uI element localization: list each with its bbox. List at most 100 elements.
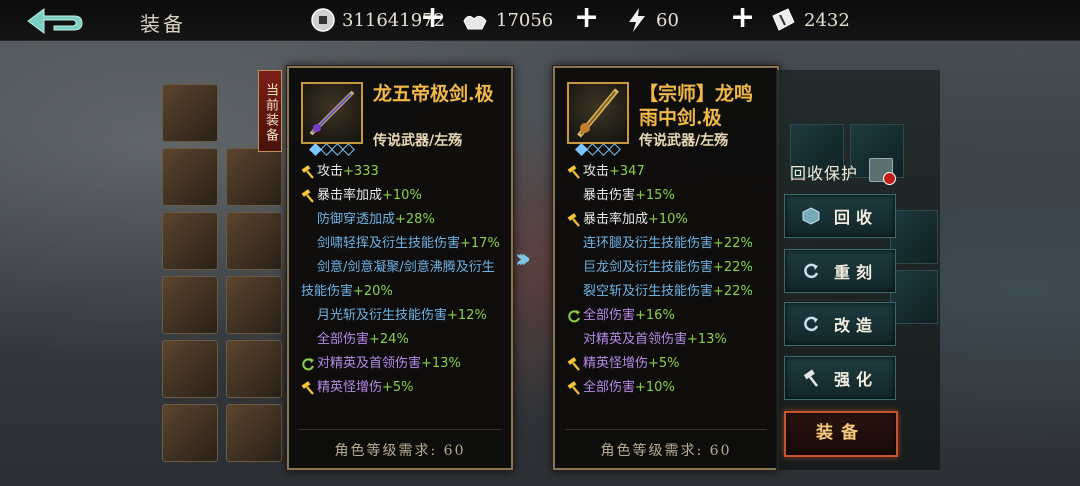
equipment-slot[interactable] [226,276,282,334]
gem-slots [575,143,621,156]
reforge-label: 重刻 [833,263,878,282]
stat-row: 月光斩及衍生技能伤害+12% [301,304,507,328]
resource-ticket: 2432 [768,6,850,34]
weapon-type: 传说武器/左殇 [639,133,729,149]
stat-label: 连环腿及衍生技能伤害 [583,236,714,251]
hammer-icon [301,380,314,395]
equipment-slot[interactable] [162,212,218,270]
equipment-slot[interactable] [162,340,218,398]
equipment-slot[interactable] [162,276,218,334]
stat-list: 攻击+333 暴击率加成+10% 防御穿透加成+28% 剑啸轻挥及衍生技能伤害+17%… [301,160,507,400]
modify-label: 改造 [833,316,878,335]
current-equipped-tag: 当前装备 [258,70,282,152]
top-bar: 装备 311641972 + 17056 + 60 + 2432 [0,0,1080,41]
page-title: 装备 [140,12,186,36]
equip-button[interactable]: 装备 [784,411,898,457]
hammer-icon [803,369,818,387]
stat-value: +22% [713,236,753,251]
stat-value: +13% [687,332,727,347]
hammer-icon [301,188,314,203]
stat-value: +10% [648,212,688,227]
stat-row: 对精英及首领伤害+13% [567,328,773,352]
stat-row: 暴击率加成+10% [567,208,773,232]
stat-value: +10% [382,188,422,203]
stat-row: 攻击+347 [567,160,773,184]
ingot-icon [463,15,487,30]
back-arrow-icon [27,8,83,34]
stat-label: 精英怪增伤 [583,356,649,371]
weapon-icon-slot[interactable] [567,82,629,156]
stat-label: 剑意/剑意凝聚/剑意沸腾及衍生技能伤害 [301,260,495,299]
weapon-name: 龙五帝极剑.极 [373,83,494,105]
recycle-label: 回收 [833,208,878,227]
stat-value: +10% [635,380,675,395]
forbidden-icon [883,172,896,185]
ticket-icon [772,8,795,31]
hammer-icon [567,356,580,371]
plus-icon: + [574,0,600,35]
stat-value: +22% [713,284,753,299]
refresh-icon [568,309,580,322]
sword-icon [567,82,629,144]
equipment-slot[interactable] [226,148,282,206]
stat-value: +24% [369,332,409,347]
back-button[interactable] [24,5,84,37]
stat-row: 精英怪增伤+5% [301,376,507,400]
stat-value: +347 [609,164,645,179]
stat-value: +15% [635,188,675,203]
stat-value: +12% [447,308,487,323]
resource-energy: 60 [624,6,679,34]
energy-icon [629,8,645,32]
refresh-icon [804,263,819,279]
compare-equipment-card: 【宗师】龙鸣雨中剑.极 传说武器/左殇 攻击+347 暴击伤害+15% 暴击率加成+… [553,66,779,470]
equipment-slot[interactable] [162,84,218,142]
equipment-slot[interactable] [226,340,282,398]
stat-row: 防御穿透加成+28% [301,208,507,232]
weapon-type: 传说武器/左殇 [373,133,463,149]
recycle-protection-toggle[interactable] [869,158,896,185]
weapon-icon-slot[interactable] [301,82,363,156]
inventory-tile[interactable] [890,270,938,324]
reforge-button[interactable]: 重刻 [784,249,896,293]
stat-list: 攻击+347 暴击伤害+15% 暴击率加成+10% 连环腿及衍生技能伤害+22% 巨龙剑… [567,160,773,400]
gem-icon [608,143,621,156]
stat-row: 暴击伤害+15% [567,184,773,208]
recycle-button[interactable]: 回收 [784,194,896,238]
stat-label: 精英怪增伤 [317,380,383,395]
stat-row: 连环腿及衍生技能伤害+22% [567,232,773,256]
stat-row: 巨龙剑及衍生技能伤害+22% [567,256,773,280]
stat-row: 裂空斩及衍生技能伤害+22% [567,280,773,304]
plus-icon: + [420,0,446,35]
enhance-button[interactable]: 强化 [784,356,896,400]
stat-value: +16% [635,308,675,323]
stat-row: 全部伤害+10% [567,376,773,400]
current-equipment-card: 龙五帝极剑.极 传说武器/左殇 攻击+333 暴击率加成+10% 防御穿透加成+28… [287,66,513,470]
stat-value: +5% [648,356,680,371]
divider [299,429,501,430]
equipment-slot[interactable] [226,212,282,270]
level-requirement: 角色等级需求: 60 [600,443,732,459]
stat-label: 暴击率加成 [583,212,649,227]
stat-label: 全部伤害 [317,332,370,347]
stat-row: 全部伤害+16% [567,304,773,328]
stat-label: 暴击率加成 [317,188,383,203]
stat-row: 全部伤害+24% [301,328,507,352]
stat-value: +17% [460,236,500,251]
stat-row: 剑啸轻挥及衍生技能伤害+17% [301,232,507,256]
equipment-slot[interactable] [162,404,218,462]
equipment-slot[interactable] [162,148,218,206]
stat-label: 暴击伤害 [583,188,636,203]
gem-slots [309,143,355,156]
stat-label: 防御穿透加成 [317,212,396,227]
modify-button[interactable]: 改造 [784,302,896,346]
equipment-slot[interactable] [226,404,282,462]
level-requirement: 角色等级需求: 60 [334,443,466,459]
ticket-value: 2432 [804,9,850,31]
gem-icon [342,143,355,156]
stat-label: 对精英及首领伤害 [317,356,422,371]
hammer-icon [567,164,580,179]
stat-value: +333 [343,164,379,179]
stat-value: +5% [382,380,414,395]
stat-label: 剑啸轻挥及衍生技能伤害 [317,236,461,251]
inventory-tile[interactable] [890,210,938,264]
